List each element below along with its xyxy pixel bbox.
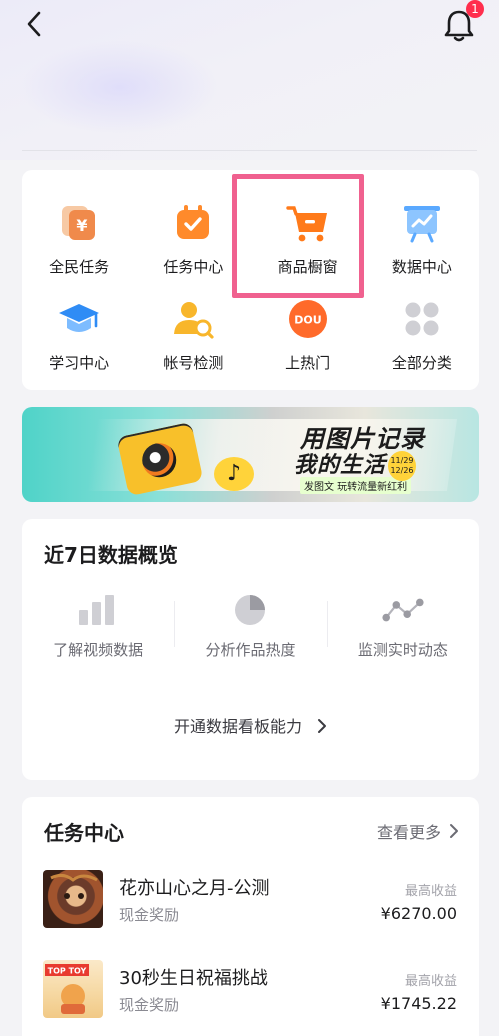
tool-label: 帐号检测 bbox=[163, 354, 224, 372]
promo-banner[interactable]: ♪ 用图片记录 我的生活 发图文 玩转流量新红利 11/29 12/26 bbox=[22, 407, 479, 502]
task-thumbnail bbox=[43, 870, 103, 928]
tiktok-logo-icon: ♪ bbox=[214, 457, 254, 491]
metric-realtime[interactable]: 监测实时动态 bbox=[326, 593, 479, 673]
data-overview-title: 近7日数据概览 bbox=[44, 543, 178, 567]
chevron-left-icon bbox=[27, 11, 41, 37]
tool-all-people-tasks[interactable]: ¥ 全民任务 bbox=[22, 182, 136, 278]
banner-date-top: 11/29 bbox=[390, 456, 414, 465]
header-decoration bbox=[20, 40, 220, 135]
tool-label: 商品橱窗 bbox=[277, 258, 338, 276]
banner-subtitle: 发图文 玩转流量新红利 bbox=[300, 477, 412, 494]
task-reward-type: 现金奖励 bbox=[119, 996, 180, 1014]
tool-label: 全部分类 bbox=[391, 354, 452, 372]
tool-account-check[interactable]: 帐号检测 bbox=[136, 278, 250, 374]
pie-chart-icon bbox=[229, 593, 271, 627]
tool-learning-center[interactable]: 学习中心 bbox=[22, 278, 136, 374]
metric-label: 了解视频数据 bbox=[53, 641, 144, 659]
open-link-label: 开通数据看板能力 bbox=[173, 717, 302, 736]
task-earn-value: ¥1745.22 bbox=[380, 994, 457, 1013]
dou-plus-icon: DOU bbox=[284, 296, 332, 342]
task-row[interactable]: TOP TOY 30秒生日祝福挑战 现金奖励 最高收益 ¥1745.22 bbox=[22, 960, 479, 1020]
view-more-link[interactable]: 查看更多 bbox=[377, 819, 459, 843]
tools-card: ¥ 全民任务 任务中心 商品橱窗 数据中心 学习中心 帐号检测 DOU 上热门 … bbox=[22, 170, 479, 390]
banner-date-badge: 11/29 12/26 bbox=[388, 451, 416, 481]
data-overview-card: 近7日数据概览 了解视频数据 分析作品热度 监测实时动态 开通数据看板能力 bbox=[22, 519, 479, 780]
chevron-right-icon bbox=[450, 824, 458, 838]
calendar-check-icon bbox=[169, 200, 217, 246]
task-thumbnail: TOP TOY bbox=[43, 960, 103, 1018]
task-earn-value: ¥6270.00 bbox=[380, 904, 457, 923]
character-illustration bbox=[50, 873, 98, 899]
task-earn-label: 最高收益 bbox=[404, 884, 457, 899]
task-center-title: 任务中心 bbox=[44, 821, 124, 845]
tool-label: 上热门 bbox=[285, 354, 331, 372]
chevron-right-icon bbox=[318, 719, 327, 733]
shopping-cart-icon bbox=[284, 200, 332, 246]
svg-text:¥: ¥ bbox=[77, 216, 88, 235]
banner-title-line2: 我的生活 bbox=[294, 453, 387, 478]
back-button[interactable] bbox=[16, 6, 52, 42]
tool-product-showcase[interactable]: 商品橱窗 bbox=[251, 182, 365, 278]
metric-label: 分析作品热度 bbox=[205, 641, 296, 659]
thumb-brand-text: TOP TOY bbox=[48, 967, 87, 976]
tool-go-trending[interactable]: DOU 上热门 bbox=[251, 278, 365, 374]
dou-badge-text: DOU bbox=[294, 314, 321, 327]
metric-label: 监测实时动态 bbox=[357, 641, 448, 659]
open-data-dashboard-link[interactable]: 开通数据看板能力 bbox=[22, 713, 479, 737]
task-reward-type: 现金奖励 bbox=[119, 906, 180, 924]
notification-button[interactable]: 1 bbox=[440, 0, 484, 44]
metric-video-data[interactable]: 了解视频数据 bbox=[22, 593, 174, 673]
toy-illustration: TOP TOY bbox=[45, 964, 89, 1014]
task-title: 花亦山心之月-公测 bbox=[119, 878, 270, 899]
task-earn-label: 最高收益 bbox=[404, 974, 457, 989]
user-search-icon bbox=[169, 296, 217, 342]
tool-label: 全民任务 bbox=[49, 258, 110, 276]
line-trend-icon bbox=[382, 593, 424, 627]
banner-date-bottom: 12/26 bbox=[390, 466, 414, 475]
grid-dots-icon bbox=[398, 296, 446, 342]
tool-label: 任务中心 bbox=[163, 258, 224, 276]
task-title: 30秒生日祝福挑战 bbox=[119, 968, 268, 989]
tool-all-categories[interactable]: 全部分类 bbox=[365, 278, 479, 374]
view-more-label: 查看更多 bbox=[376, 823, 441, 842]
task-center-card: 任务中心 查看更多 花亦山心之月-公测 现金奖励 最高收益 ¥6270.00 T… bbox=[22, 797, 479, 1036]
notification-badge: 1 bbox=[466, 0, 484, 18]
tools-grid: ¥ 全民任务 任务中心 商品橱窗 数据中心 学习中心 帐号检测 DOU 上热门 … bbox=[22, 182, 479, 374]
tool-data-center[interactable]: 数据中心 bbox=[365, 182, 479, 278]
tool-label: 数据中心 bbox=[391, 258, 452, 276]
metric-work-heat[interactable]: 分析作品热度 bbox=[174, 593, 326, 673]
tool-task-center[interactable]: 任务中心 bbox=[136, 182, 250, 278]
data-metrics-row: 了解视频数据 分析作品热度 监测实时动态 bbox=[22, 593, 479, 673]
coin-wallet-icon: ¥ bbox=[55, 200, 103, 246]
task-row[interactable]: 花亦山心之月-公测 现金奖励 最高收益 ¥6270.00 bbox=[22, 870, 479, 930]
bar-chart-icon bbox=[77, 593, 119, 627]
presentation-chart-icon bbox=[398, 200, 446, 246]
tool-label: 学习中心 bbox=[49, 354, 110, 372]
header-divider bbox=[22, 150, 477, 151]
camera-lens bbox=[139, 440, 180, 481]
graduation-cap-icon bbox=[55, 296, 103, 342]
